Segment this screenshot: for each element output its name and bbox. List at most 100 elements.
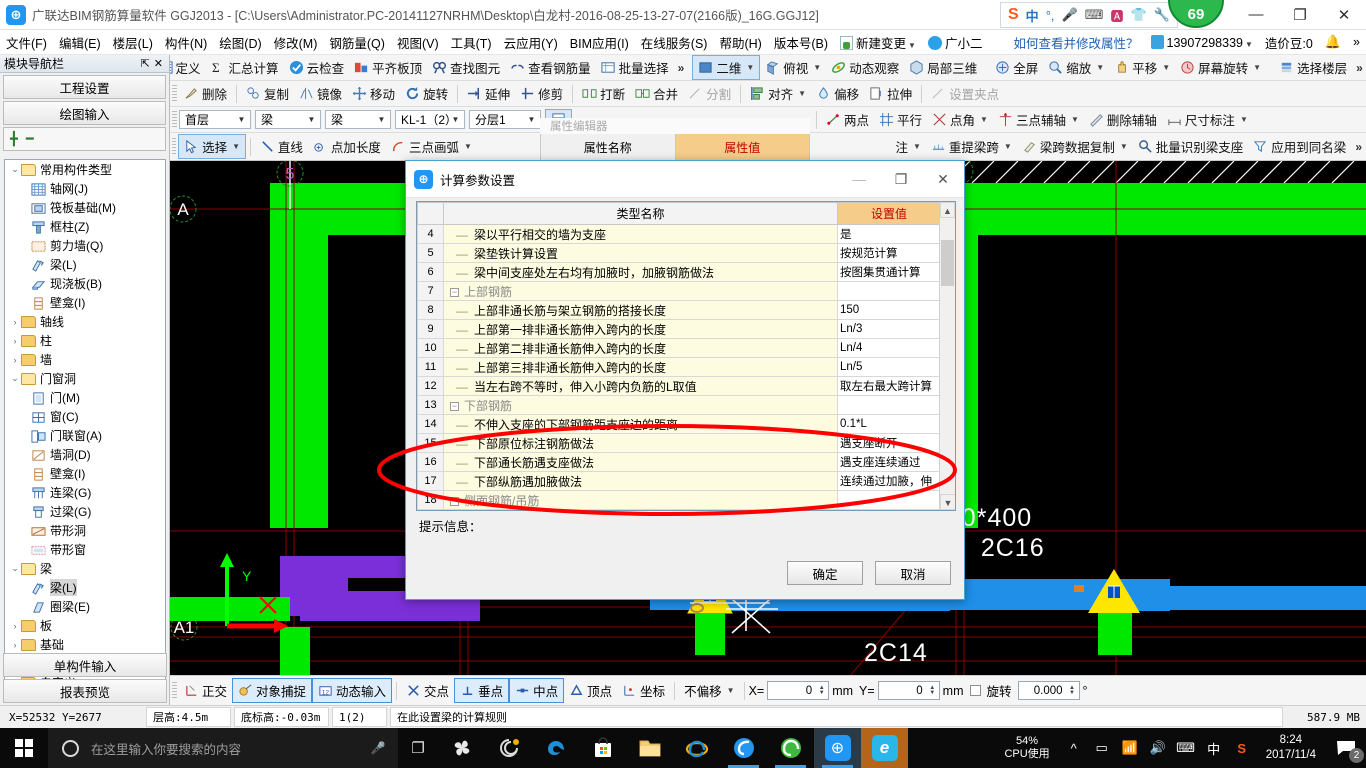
row-value[interactable]: Ln/3 bbox=[837, 319, 941, 339]
start-button[interactable] bbox=[0, 728, 48, 768]
scroll-down-button[interactable]: ▼ bbox=[940, 494, 955, 510]
find-element-button[interactable]: 查找图元 bbox=[427, 56, 505, 79]
table-row[interactable]: 6— 梁中间支座处左右均有加腋时，加腋钢筋做法 按图集贯通计算 bbox=[417, 262, 941, 282]
taskbar-app-browser-green[interactable] bbox=[767, 728, 814, 768]
tree-item[interactable]: 筏板基础(M) bbox=[5, 198, 165, 217]
row-value[interactable] bbox=[837, 395, 941, 415]
taskbar-app-spiral[interactable] bbox=[485, 728, 532, 768]
toolbar1-overflow3[interactable]: » bbox=[1352, 61, 1366, 75]
snap-coordinate[interactable]: 坐标 bbox=[617, 679, 670, 702]
snap-vertex[interactable]: 顶点 bbox=[564, 679, 617, 702]
trim-button[interactable]: 修剪 bbox=[515, 82, 568, 105]
menu-item-view[interactable]: 视图(V) bbox=[391, 30, 445, 55]
menu-item-tools[interactable]: 工具(T) bbox=[445, 30, 498, 55]
stretch-button[interactable]: 拉伸 bbox=[864, 82, 917, 105]
table-row[interactable]: 11— 上部第三排非通长筋伸入跨内的长度 Ln/5 bbox=[417, 357, 941, 377]
tree-item[interactable]: 框柱(Z) bbox=[5, 217, 165, 236]
cpu-usage-indicator[interactable]: 54% CPU使用 bbox=[994, 735, 1059, 761]
break-button[interactable]: 打断 bbox=[577, 82, 630, 105]
delete-button[interactable]: 删除 bbox=[179, 82, 232, 105]
ortho-toggle[interactable]: 正交 bbox=[179, 679, 232, 702]
account-phone[interactable]: 13907298339 ▼ bbox=[1145, 32, 1259, 53]
local-3d-button[interactable]: 局部三维 bbox=[904, 56, 982, 79]
taskbar-app-current[interactable]: e bbox=[861, 728, 908, 768]
view-2d-button[interactable]: 二维 ▼ bbox=[692, 55, 761, 80]
three-point-arc-button[interactable]: 三点画弧 ▼ bbox=[386, 135, 477, 158]
tree-folder[interactable]: › 板 bbox=[5, 616, 165, 635]
row-value[interactable]: 150 bbox=[837, 300, 941, 320]
collapse-all-icon[interactable]: ━ bbox=[26, 131, 34, 147]
row-name[interactable]: — 上部第一排非通长筋伸入跨内的长度 bbox=[443, 319, 838, 339]
table-row[interactable]: 13− 下部钢筋 bbox=[417, 395, 941, 415]
collapse-box-icon[interactable]: − bbox=[450, 496, 459, 506]
tree-item[interactable]: 现浇板(B) bbox=[5, 274, 165, 293]
ime-chinese-icon[interactable]: 中 bbox=[1200, 728, 1228, 768]
chevron-right-icon[interactable]: › bbox=[9, 621, 21, 631]
tree-item[interactable]: 墙洞(D) bbox=[5, 445, 165, 464]
task-view-icon[interactable]: ❐ bbox=[398, 728, 438, 768]
table-row[interactable]: 5— 梁垫铁计算设置 按规范计算 bbox=[417, 243, 941, 263]
volume-icon[interactable]: 🔊 bbox=[1144, 728, 1172, 768]
align-button[interactable]: 对齐 ▼ bbox=[745, 82, 811, 105]
ok-button[interactable]: 确定 bbox=[787, 561, 863, 585]
delete-axis-button[interactable]: 删除辅轴 bbox=[1084, 108, 1162, 131]
component-tree[interactable]: ⌄ 常用构件类型 轴网(J) 筏板基础(M) 框柱(Z) 剪力墙(Q) 梁(L) 现浇板(B)… bbox=[4, 159, 166, 699]
batch-identify-support-button[interactable]: 批量识别梁支座 bbox=[1133, 135, 1249, 158]
dialog-minimize-button[interactable]: — bbox=[838, 161, 880, 197]
snap-perpendicular[interactable]: 垂点 bbox=[454, 678, 510, 703]
row-name[interactable]: — 梁以平行相交的墙为支座 bbox=[443, 224, 838, 244]
taskbar-search[interactable]: 在这里输入你要搜索的内容 🎤 bbox=[48, 728, 398, 768]
toolbar-grip-draw[interactable] bbox=[172, 137, 177, 156]
component-category-select[interactable]: 梁 ▼ bbox=[255, 110, 321, 129]
assistant-button[interactable]: 广小二 bbox=[922, 30, 989, 55]
menu-item-edit[interactable]: 编辑(E) bbox=[53, 30, 107, 55]
row-value[interactable]: 是 bbox=[837, 224, 941, 244]
annotate-button[interactable]: 注 ▼ bbox=[890, 135, 925, 158]
bell-icon[interactable]: 🔔 bbox=[1319, 31, 1347, 53]
object-snap-toggle[interactable]: 对象捕捉 bbox=[232, 678, 313, 703]
cancel-button[interactable]: 取消 bbox=[875, 561, 951, 585]
keyboard-icon[interactable]: ⌨ bbox=[1172, 728, 1200, 768]
toolbar4-overflow[interactable]: » bbox=[1351, 140, 1366, 154]
params-grid-container[interactable]: 类型名称 设置值 4— 梁以平行相交的墙为支座是 5— 梁垫铁计算设置 按规范计算 6— 梁… bbox=[416, 201, 956, 511]
row-value[interactable]: 连续通过加腋，伸 bbox=[837, 471, 941, 491]
snap-intersection[interactable]: 交点 bbox=[401, 679, 454, 702]
menu-item-rebar[interactable]: 钢筋量(Q) bbox=[323, 30, 391, 55]
taskbar-clock[interactable]: 8:24 2017/11/4 bbox=[1256, 733, 1326, 763]
table-row[interactable]: 7− 上部钢筋 bbox=[417, 281, 941, 301]
ime-toolbar[interactable]: S 中 °, 🎤 ⌨ 🅰 👕 🔧 bbox=[1000, 2, 1178, 28]
three-point-axis-button[interactable]: 三点辅轴 ▼ bbox=[993, 108, 1084, 131]
tree-folder[interactable]: › 墙 bbox=[5, 350, 165, 369]
menu-item-floor[interactable]: 楼层(L) bbox=[107, 30, 159, 55]
row-name[interactable]: — 下部纵筋遇加腋做法 bbox=[443, 471, 838, 491]
two-point-axis-button[interactable]: 两点 bbox=[821, 108, 874, 131]
tree-item[interactable]: 梁(L) bbox=[5, 578, 165, 597]
row-value[interactable] bbox=[837, 281, 941, 301]
dynamic-input-toggle[interactable]: 12 动态输入 bbox=[312, 678, 393, 703]
panel-pin-icon[interactable]: ⇱ bbox=[139, 57, 152, 70]
x-input[interactable]: 0 ▲ ▼ bbox=[767, 681, 830, 700]
toolbar-grip-modify[interactable] bbox=[172, 84, 177, 103]
close-button[interactable]: ✕ bbox=[1322, 0, 1366, 30]
microphone-icon[interactable]: 🎤 bbox=[358, 728, 398, 768]
zoom-button[interactable]: 缩放 ▼ bbox=[1043, 56, 1109, 79]
select-floor-button[interactable]: 选择楼层 bbox=[1274, 56, 1352, 79]
row-value[interactable]: 取左右最大跨计算 bbox=[837, 376, 941, 396]
parallel-axis-button[interactable]: 平行 bbox=[874, 108, 927, 131]
tree-item[interactable]: 梁(L) bbox=[5, 255, 165, 274]
taskbar-app-edge[interactable] bbox=[532, 728, 579, 768]
single-component-input-button[interactable]: 单构件输入 bbox=[3, 653, 167, 677]
menu-item-component[interactable]: 构件(N) bbox=[159, 30, 213, 55]
batch-select-button[interactable]: 批量选择 bbox=[596, 56, 674, 79]
split-button[interactable]: 分割 bbox=[683, 82, 736, 105]
dynamic-observe-button[interactable]: 动态观察 bbox=[826, 56, 904, 79]
apply-same-name-beam-button[interactable]: 应用到同名梁 bbox=[1248, 135, 1351, 158]
y-input[interactable]: 0 ▲ ▼ bbox=[877, 681, 940, 700]
select-tool-button[interactable]: 选择 ▼ bbox=[178, 134, 247, 159]
expand-all-icon[interactable]: ╋ bbox=[10, 131, 18, 147]
collapse-box-icon[interactable]: − bbox=[450, 401, 459, 411]
floor-select[interactable]: 首层 ▼ bbox=[179, 110, 251, 129]
respan-beam-button[interactable]: 重提梁跨 ▼ bbox=[926, 135, 1017, 158]
tree-item[interactable]: 窗(C) bbox=[5, 407, 165, 426]
menu-item-draw[interactable]: 绘图(D) bbox=[213, 30, 267, 55]
